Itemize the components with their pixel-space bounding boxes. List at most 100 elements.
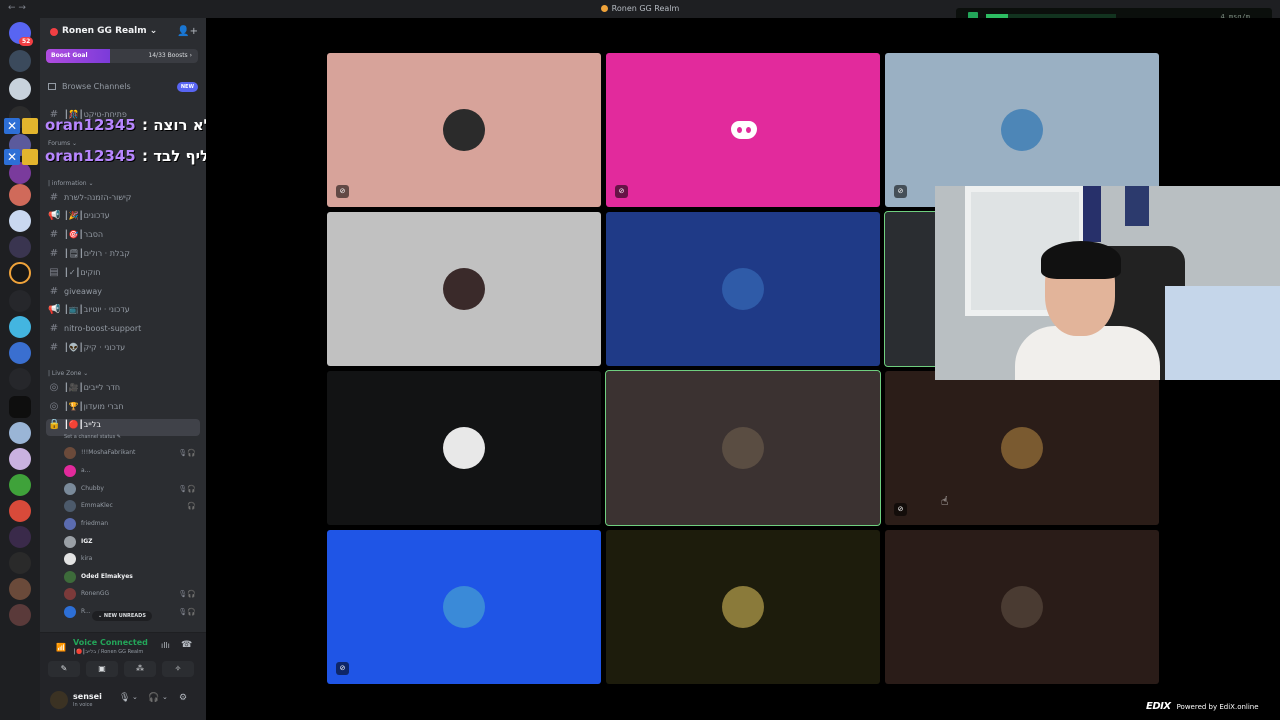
participant-tile[interactable]: ⊘ <box>885 371 1159 525</box>
server-icon[interactable] <box>9 526 31 548</box>
server-icon[interactable] <box>9 368 31 390</box>
chevron-down-icon[interactable]: ⌄ <box>132 693 138 701</box>
screen-share-button[interactable]: ▣ <box>86 661 118 677</box>
set-channel-status[interactable]: Set a channel status ✎ <box>64 434 121 440</box>
voice-channel-item[interactable]: ◎ ┃🏆┃חברי מועדון <box>46 401 200 418</box>
voice-user[interactable]: IGZ <box>64 534 200 551</box>
webcam-person <box>1041 241 1121 279</box>
webcam-poster <box>1125 186 1149 226</box>
category-forums[interactable]: Forums ⌄ <box>48 140 77 147</box>
category-information[interactable]: | information ⌄ <box>48 180 94 187</box>
streamer-webcam <box>935 186 1280 380</box>
mention-badge: 52 <box>19 37 34 46</box>
server-icon[interactable] <box>9 448 31 470</box>
avatar <box>64 588 76 600</box>
channel-item[interactable]: # ┃👽┃עדכוני · קיק <box>46 342 200 359</box>
voice-user[interactable]: kira <box>64 551 200 568</box>
chat-username: oran12345 <box>45 116 136 134</box>
chevron-down-icon[interactable]: ⌄ <box>162 693 168 701</box>
server-icon[interactable] <box>9 290 31 312</box>
channel-item[interactable]: # nitro-boost-support <box>46 323 200 340</box>
avatar <box>443 427 485 469</box>
disconnect-icon[interactable]: ☎ <box>181 640 192 650</box>
voice-user[interactable]: RonenGG 🎙🎧 <box>64 586 200 603</box>
server-icon[interactable] <box>9 78 31 100</box>
soundboard-button[interactable]: ✧ <box>162 661 194 677</box>
participant-tile[interactable]: ⊘ <box>885 53 1159 207</box>
guild-name[interactable]: Ronen GG Realm ⌄ <box>62 26 157 36</box>
noise-suppression-icon[interactable]: ıllı <box>161 641 170 650</box>
server-icon[interactable] <box>9 578 31 600</box>
avatar[interactable] <box>50 691 68 709</box>
boost-goal-bar[interactable]: Boost Goal 14/33 Boosts › <box>46 49 198 63</box>
channel-item[interactable]: 📢 ┃🎉┃עדכונים <box>46 210 200 227</box>
participant-tile[interactable] <box>327 212 601 366</box>
channel-item[interactable]: ▤ ┃✓┃חוקים <box>46 267 200 284</box>
server-icon[interactable] <box>9 262 31 284</box>
server-icon[interactable] <box>9 210 31 232</box>
browse-channels[interactable]: Browse Channels NEW <box>48 82 198 96</box>
crown-badge-icon <box>22 118 38 134</box>
channel-item[interactable]: # ┃🎯┃הסבר <box>46 229 200 246</box>
server-icon[interactable] <box>9 50 31 72</box>
category-live-zone[interactable]: | Live Zone ⌄ <box>48 370 88 377</box>
channel-label: ┃🗒┃קבלת · רולים <box>64 249 130 258</box>
server-icon[interactable] <box>9 604 31 626</box>
participant-tile[interactable]: ⊘ <box>606 53 880 207</box>
gear-icon[interactable]: ⚙ <box>179 693 187 703</box>
voice-user[interactable]: Chubby 🎙🎧 <box>64 481 200 498</box>
participant-tile[interactable] <box>327 371 601 525</box>
server-icon[interactable] <box>9 552 31 574</box>
new-badge: NEW <box>176 82 198 92</box>
server-icon[interactable] <box>9 474 31 496</box>
avatar <box>64 571 76 583</box>
invite-icon[interactable]: 👤+ <box>177 26 198 37</box>
server-icon[interactable] <box>9 342 31 364</box>
server-icon[interactable] <box>9 500 31 522</box>
channel-item[interactable]: # קישור-הזמנה-לשרת <box>46 192 200 209</box>
voice-connected-label[interactable]: Voice Connected <box>73 638 148 647</box>
channel-type-icon: 📢 <box>48 210 61 221</box>
avatar <box>722 586 764 628</box>
channel-label: ┃🎥┃חדר לייבים <box>64 383 121 392</box>
channel-item[interactable]: 📢 ┃📺┃עדכוני · יוטיוב <box>46 304 200 321</box>
participant-tile[interactable] <box>885 530 1159 684</box>
voice-user[interactable]: friedman <box>64 516 200 533</box>
signal-icon[interactable]: 📶 <box>56 643 66 652</box>
channel-item[interactable]: # ┃🗒┃קבלת · רולים <box>46 248 200 265</box>
voice-state-icon: 🎙🎧 <box>178 608 196 616</box>
participant-tile[interactable]: ⊘ <box>327 53 601 207</box>
activities-button[interactable]: ⁂ <box>124 661 156 677</box>
video-button[interactable]: ✎ <box>48 661 80 677</box>
kick-badge-icon: ✕ <box>4 149 20 165</box>
voice-connection-panel: 📶 Voice Connected ┃🔴┃בלייב / Ronen GG Re… <box>40 632 206 682</box>
channel-label: ┃🎉┃עדכונים <box>64 211 110 220</box>
server-icon[interactable] <box>9 316 31 338</box>
participant-tile[interactable]: ⊘ <box>327 530 601 684</box>
avatar <box>64 553 76 565</box>
lock-icon: 🔒 <box>48 419 61 430</box>
voice-channel-item[interactable]: ◎ ┃🎥┃חדר לייבים <box>46 382 200 399</box>
voice-user[interactable]: a... <box>64 463 200 480</box>
server-icon[interactable] <box>9 184 31 206</box>
headphones-icon[interactable]: 🎧 <box>148 693 159 703</box>
voice-user[interactable]: !!!MoshaFabrikant 🎙🎧 <box>64 445 200 462</box>
voice-user-name: RonenGG <box>81 590 110 597</box>
server-icon[interactable] <box>9 422 31 444</box>
server-icon[interactable] <box>9 396 31 418</box>
guild-header[interactable]: Ronen GG Realm ⌄ 👤+ <box>40 18 206 46</box>
voice-user[interactable]: Oded Elmakyes <box>64 569 200 586</box>
participant-tile[interactable] <box>606 530 880 684</box>
chat-message: : לא רוצה <box>142 116 213 134</box>
server-icon[interactable] <box>9 236 31 258</box>
channel-label: giveaway <box>64 287 103 296</box>
new-unreads-pill[interactable]: ⌄ NEW UNREADS <box>92 611 152 621</box>
chat-badges: ✕ <box>4 118 38 134</box>
voice-user[interactable]: EmmaKlec 🎧 <box>64 498 200 515</box>
participant-tile[interactable] <box>605 370 881 526</box>
participant-tile[interactable] <box>606 212 880 366</box>
mic-icon[interactable]: 🎙 <box>119 693 130 703</box>
channel-item[interactable]: # giveaway <box>46 286 200 303</box>
username[interactable]: sensei <box>73 692 102 701</box>
voice-channel-path[interactable]: ┃🔴┃בלייב / Ronen GG Realm <box>73 649 143 655</box>
